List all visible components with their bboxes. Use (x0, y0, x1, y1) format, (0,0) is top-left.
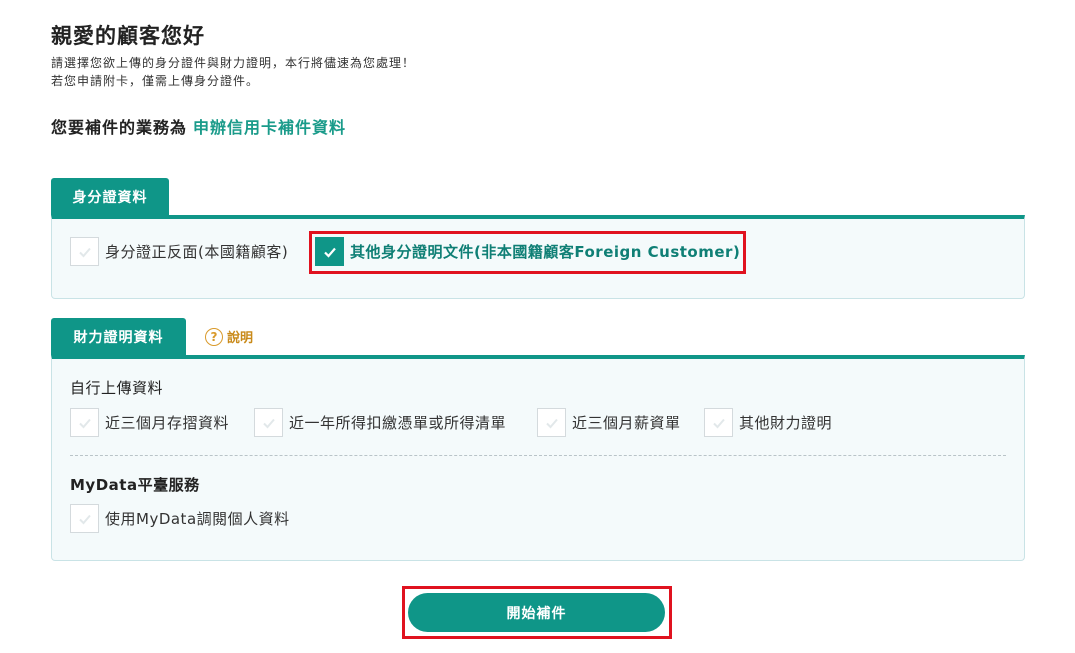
self-upload-title: 自行上傳資料 (70, 379, 164, 397)
business-value: 申辦信用卡補件資料 (193, 118, 347, 137)
highlight-box-start-button (402, 586, 672, 639)
tab-financial[interactable]: 財力證明資料 (51, 318, 186, 356)
mydata-option[interactable]: 使用MyData調閱個人資料 (70, 504, 290, 533)
checkbox[interactable] (704, 408, 733, 437)
checkbox-label: 其他財力證明 (739, 414, 833, 432)
identity-option-national-id[interactable]: 身分證正反面(本國籍顧客) (70, 237, 288, 266)
question-circle-icon: ? (205, 327, 223, 346)
financial-option-tax-statement[interactable]: 近一年所得扣繳憑單或所得清單 (254, 408, 506, 437)
checkbox-label: 使用MyData調閱個人資料 (105, 510, 290, 528)
check-icon (262, 418, 275, 428)
business-row: 您要補件的業務為 申辦信用卡補件資料 (51, 114, 346, 138)
checkbox[interactable] (70, 504, 99, 533)
check-icon (78, 514, 91, 524)
description-line-1: 請選擇您欲上傳的身分證件與財力證明，本行將儘速為您處理！ (51, 56, 416, 70)
check-icon (78, 418, 91, 428)
tab-identity[interactable]: 身分證資料 (51, 178, 169, 216)
description-line-2: 若您申請附卡，僅需上傳身分證件。 (51, 74, 260, 88)
checkbox[interactable] (254, 408, 283, 437)
mydata-title: MyData平臺服務 (70, 476, 200, 494)
help-label: 說明 (227, 331, 254, 346)
checkbox-label: 身分證正反面(本國籍顧客) (105, 243, 289, 261)
page-title: 親愛的顧客您好 (51, 24, 205, 48)
checkbox-label: 近一年所得扣繳憑單或所得清單 (289, 414, 507, 432)
help-link[interactable]: ? 說明 (205, 327, 253, 346)
financial-option-payslip[interactable]: 近三個月薪資單 (537, 408, 681, 437)
checkbox-label: 近三個月存摺資料 (105, 414, 230, 432)
financial-option-other[interactable]: 其他財力證明 (704, 408, 832, 437)
check-icon (545, 418, 558, 428)
checkbox[interactable] (70, 408, 99, 437)
section-divider (70, 455, 1006, 456)
highlight-box-foreign-option (309, 231, 746, 274)
business-label: 您要補件的業務為 (51, 118, 188, 137)
checkbox-label: 近三個月薪資單 (572, 414, 681, 432)
financial-option-passbook[interactable]: 近三個月存摺資料 (70, 408, 229, 437)
check-icon (712, 418, 725, 428)
checkbox[interactable] (70, 237, 99, 266)
check-icon (78, 247, 91, 257)
checkbox[interactable] (537, 408, 566, 437)
